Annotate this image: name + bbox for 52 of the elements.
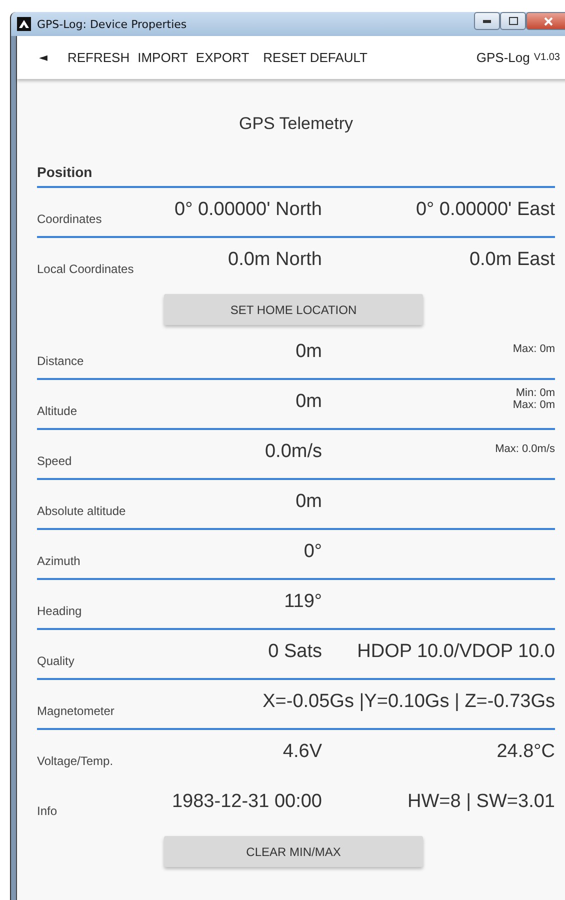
version-label: V1.03 [534, 52, 560, 63]
field-label: Speed [37, 454, 73, 468]
field-value: HDOP 10.0/VDOP 10.0 [356, 641, 555, 663]
app-logo-icon [17, 17, 31, 31]
action-button[interactable]: SET HOME LOCATION [164, 294, 423, 325]
maximize-button[interactable] [500, 12, 526, 30]
stat-text: Max: 0m [512, 399, 555, 411]
minimize-button[interactable] [474, 12, 500, 30]
back-button[interactable]: ◄ [39, 51, 48, 64]
page-heading: GPS Telemetry [238, 113, 354, 135]
toolbar-action[interactable]: RESET DEFAULT [263, 50, 368, 65]
app-name: GPS-Log [476, 50, 530, 65]
field-label: Local Coordinates [37, 262, 135, 276]
field-value: 0° [302, 541, 322, 563]
field-value: X=-0.05Gs |Y=0.10Gs | Z=-0.73Gs [262, 691, 555, 713]
field-value: 0m [294, 391, 322, 413]
field-value: 24.8°C [496, 741, 555, 763]
toolbar-action[interactable]: EXPORT [196, 50, 250, 65]
stat-text: Min: 0m [516, 387, 555, 399]
field-value: 0m [294, 341, 322, 363]
field-value: 0m [294, 491, 322, 513]
toolbar-action[interactable]: REFRESH [67, 50, 130, 65]
field-value: 0.0m/s [264, 441, 322, 463]
field-value: 119° [283, 591, 322, 613]
toolbar-action[interactable]: IMPORT [138, 50, 188, 65]
stat-text: Max: 0m [512, 343, 555, 355]
action-button[interactable]: CLEAR MIN/MAX [164, 836, 423, 867]
field-value: 0.0m East [468, 249, 555, 271]
field-value: 0° 0.00000' North [174, 199, 322, 221]
field-label: Distance [37, 354, 85, 368]
field-value: HW=8 | SW=3.01 [406, 791, 555, 813]
section-heading: Position [37, 164, 555, 188]
field-label: Azimuth [37, 554, 82, 568]
close-button[interactable] [526, 12, 565, 30]
field-value: 1983-12-31 00:00 [170, 791, 322, 813]
field-value: 0° 0.00000' East [414, 199, 555, 221]
field-label: Altitude [37, 404, 78, 418]
field-label: Magnetometer [37, 704, 116, 718]
maximize-icon [508, 17, 518, 25]
field-value: 0 Sats [267, 641, 322, 663]
field-label: Absolute altitude [37, 504, 127, 518]
field-label: Coordinates [37, 212, 103, 226]
window-title: GPS-Log: Device Properties [37, 18, 188, 30]
close-icon [544, 16, 552, 26]
minimize-icon [483, 20, 491, 22]
field-value: 0.0m North [227, 249, 322, 271]
field-value: 4.6V [282, 741, 322, 763]
field-label: Heading [37, 604, 83, 618]
field-label: Voltage/Temp. [37, 754, 114, 768]
stat-text: Max: 0.0m/s [495, 443, 555, 455]
field-label: Quality [37, 654, 76, 668]
field-label: Info [37, 804, 58, 818]
